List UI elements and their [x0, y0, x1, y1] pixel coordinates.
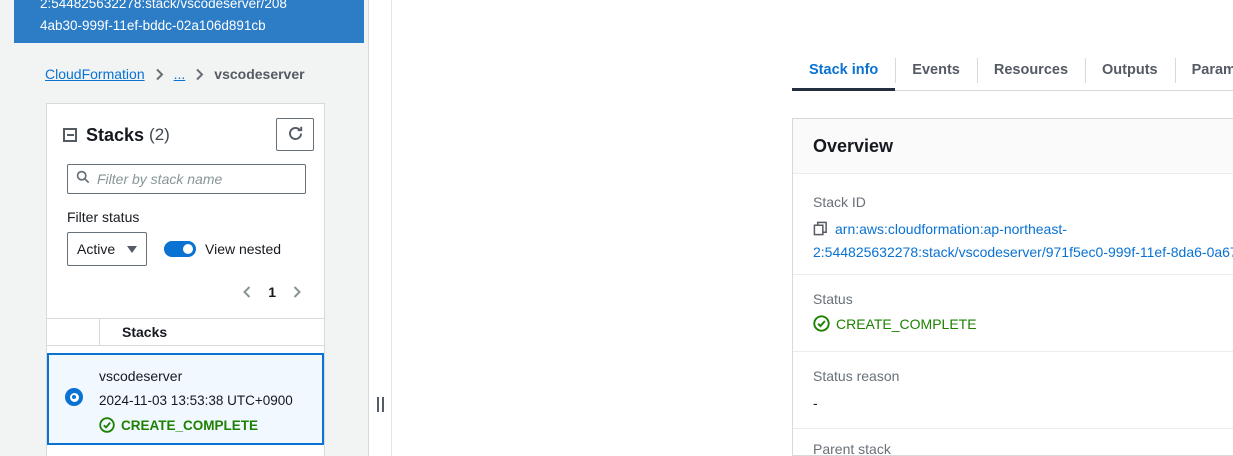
next-page-icon[interactable]	[292, 285, 302, 299]
stack-arn-line2: 2:544825632278:stack/vscodeserver/971f5e…	[813, 244, 1233, 260]
banner-arn-line1: 2:544825632278:stack/vscodeserver/208	[40, 0, 287, 11]
stack-id-field: Stack ID arn:aws:cloudformation:ap-north…	[793, 174, 1233, 274]
check-circle-icon	[99, 417, 115, 433]
stack-arn-link[interactable]: arn:aws:cloudformation:ap-northeast- 2:54…	[813, 221, 1233, 264]
stack-item-status-text: CREATE_COMPLETE	[121, 417, 259, 433]
stack-id-label: Stack ID	[813, 194, 866, 210]
banner-arn-line2: 4ab30-999f-11ef-bddc-02a106d891cb	[40, 18, 266, 33]
chevron-right-icon	[155, 68, 164, 81]
radio-column-header	[47, 319, 99, 345]
stack-filter-input[interactable]	[97, 171, 297, 187]
stack-filter-searchbox	[67, 164, 306, 194]
overview-row-status: Status CREATE_COMPLETE Detailed status -	[793, 275, 1233, 352]
overview-row-parent-stack: Parent stack - Created time 2024-11-03 1…	[793, 429, 1233, 456]
status-value: CREATE_COMPLETE	[813, 315, 1233, 332]
breadcrumb-current-stack: vscodeserver	[214, 66, 305, 82]
stacks-list-header: Stacks	[47, 319, 324, 346]
tab-outputs[interactable]: Outputs	[1085, 50, 1175, 90]
parent-stack-field: Parent stack -	[793, 429, 1233, 456]
cloudformation-console: 2:544825632278:stack/vscodeserver/208 4a…	[0, 0, 1233, 456]
stack-arn-line2-wrap: 2:544825632278:stack/vscodeserver/971f5e…	[813, 241, 1233, 264]
breadcrumb: CloudFormation ... vscodeserver	[45, 66, 305, 82]
view-nested-toggle[interactable]	[164, 241, 196, 257]
stack-item-status: CREATE_COMPLETE	[99, 417, 322, 433]
status-reason-field: Status reason -	[793, 352, 1233, 428]
overview-title: Overview	[813, 135, 894, 156]
stacks-count-badge: (2)	[149, 125, 170, 144]
filter-controls-row: Active View nested	[67, 232, 304, 266]
collapse-section-icon[interactable]	[63, 128, 77, 142]
status-field: Status CREATE_COMPLETE	[793, 275, 1233, 351]
status-reason-label: Status reason	[813, 368, 900, 384]
breadcrumb-ellipsis-link[interactable]: ...	[174, 66, 186, 82]
drag-grip-icon	[375, 397, 385, 412]
refresh-icon	[287, 125, 304, 145]
overview-panel-header: Overview	[793, 119, 1233, 174]
view-nested-label: View nested	[205, 241, 282, 257]
left-panel-region: 2:544825632278:stack/vscodeserver/208 4a…	[0, 0, 391, 456]
refresh-button[interactable]	[276, 118, 314, 151]
copy-icon[interactable]	[813, 221, 828, 236]
status-filter-value: Active	[77, 241, 116, 257]
main-content-region: Delete Update Stack info Events Resource…	[392, 0, 1233, 456]
chevron-right-icon	[195, 68, 204, 81]
breadcrumb-cloudformation-link[interactable]: CloudFormation	[45, 66, 145, 82]
stacks-pagination: 1	[47, 282, 324, 302]
stack-detail-tabs: Stack info Events Resources Outputs Para…	[792, 50, 1233, 91]
parent-stack-label: Parent stack	[813, 441, 891, 456]
stacks-panel-header: Stacks (2)	[47, 104, 324, 152]
stack-list-item-vscodeserver[interactable]: vscodeserver 2024-11-03 13:53:38 UTC+090…	[47, 353, 324, 445]
stack-arn-line1: arn:aws:cloudformation:ap-northeast-	[835, 221, 1067, 237]
status-filter-select[interactable]: Active	[67, 232, 147, 266]
caret-down-icon	[127, 245, 137, 253]
tab-resources[interactable]: Resources	[976, 50, 1085, 90]
banner-arn-text: 2:544825632278:stack/vscodeserver/208 4a…	[14, 0, 364, 37]
overview-panel: Overview Stack ID arn:aws:cloudformation…	[792, 118, 1233, 456]
stacks-column-header: Stacks	[99, 319, 324, 345]
overview-row-status-reason: Status reason - Root stack -	[793, 352, 1233, 429]
stack-item-name: vscodeserver	[99, 368, 183, 384]
stack-arn-flash-banner: 2:544825632278:stack/vscodeserver/208 4a…	[14, 0, 364, 43]
overview-row-stackid: Stack ID arn:aws:cloudformation:ap-north…	[793, 174, 1233, 275]
filter-status-label: Filter status	[67, 209, 140, 225]
search-icon	[76, 170, 90, 189]
tab-events[interactable]: Events	[895, 50, 977, 90]
radio-selected-icon[interactable]	[65, 388, 83, 406]
current-page-number[interactable]: 1	[268, 284, 276, 300]
toggle-knob	[183, 244, 193, 254]
tab-parameters[interactable]: Parameters	[1174, 50, 1233, 90]
radio-column	[49, 364, 99, 433]
stack-item-created-time: 2024-11-03 13:53:38 UTC+0900	[99, 393, 293, 408]
stack-item-body: vscodeserver 2024-11-03 13:53:38 UTC+090…	[99, 364, 322, 433]
split-panel-resize-handle[interactable]	[368, 0, 392, 456]
stacks-panel-title: Stacks	[86, 124, 145, 145]
status-label: Status	[813, 291, 853, 307]
status-value-text: CREATE_COMPLETE	[836, 315, 977, 332]
check-circle-icon	[813, 315, 830, 332]
previous-page-icon[interactable]	[242, 285, 252, 299]
tab-stack-info[interactable]: Stack info	[792, 50, 896, 91]
status-reason-value: -	[813, 395, 818, 411]
stacks-sidebar-panel: Stacks (2) Filter status Active	[46, 103, 325, 456]
